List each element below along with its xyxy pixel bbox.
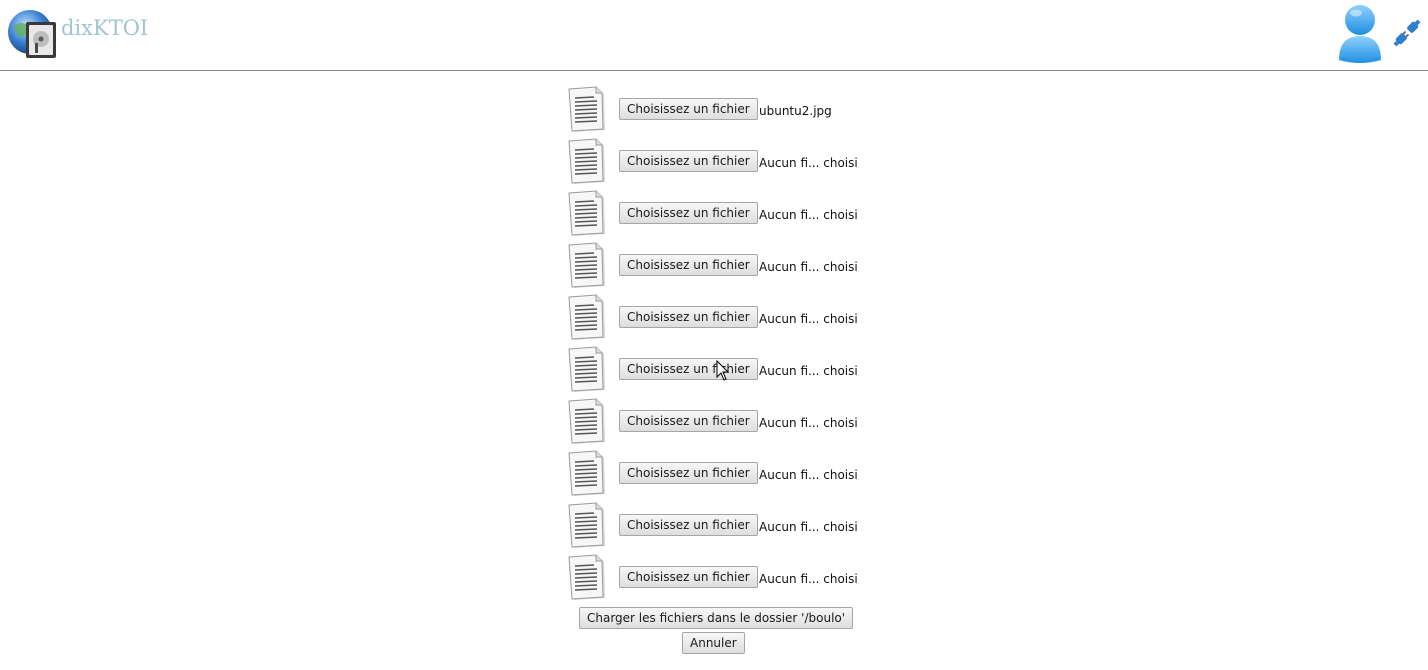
file-status: Aucun fi... choisi (759, 208, 858, 222)
choose-file-button[interactable]: Choisissez un fichier (619, 462, 758, 484)
document-icon (568, 554, 605, 600)
file-upload-row: Choisissez un fichier Aucun fi... choisi (566, 138, 886, 190)
file-upload-list: Choisissez un fichier ubuntu2.jpg Choisis… (566, 86, 886, 606)
file-upload-row: Choisissez un fichier Aucun fi... choisi (566, 190, 886, 242)
file-upload-row: Choisissez un fichier Aucun fi... choisi (566, 294, 886, 346)
file-upload-row: Choisissez un fichier Aucun fi... choisi (566, 554, 886, 606)
choose-file-button[interactable]: Choisissez un fichier (619, 202, 758, 224)
file-upload-row: Choisissez un fichier ubuntu2.jpg (566, 86, 886, 138)
document-icon (568, 190, 605, 236)
file-upload-row: Choisissez un fichier Aucun fi... choisi (566, 450, 886, 502)
file-status: Aucun fi... choisi (759, 520, 858, 534)
document-icon (568, 450, 605, 496)
choose-file-button[interactable]: Choisissez un fichier (619, 150, 758, 172)
cancel-button[interactable]: Annuler (682, 632, 745, 654)
choose-file-button[interactable]: Choisissez un fichier (619, 98, 758, 120)
document-icon (568, 398, 605, 444)
file-status: Aucun fi... choisi (759, 468, 858, 482)
file-upload-row: Choisissez un fichier Aucun fi... choisi (566, 398, 886, 450)
choose-file-button[interactable]: Choisissez un fichier (619, 306, 758, 328)
choose-file-button[interactable]: Choisissez un fichier (619, 358, 758, 380)
choose-file-button[interactable]: Choisissez un fichier (619, 254, 758, 276)
file-status: Aucun fi... choisi (759, 260, 858, 274)
file-status: Aucun fi... choisi (759, 156, 858, 170)
choose-file-button[interactable]: Choisissez un fichier (619, 514, 758, 536)
plug-disconnect-icon[interactable] (1390, 16, 1424, 50)
file-upload-row: Choisissez un fichier Aucun fi... choisi (566, 242, 886, 294)
document-icon (568, 502, 605, 548)
file-status: Aucun fi... choisi (759, 312, 858, 326)
file-status: Aucun fi... choisi (759, 364, 858, 378)
document-icon (568, 346, 605, 392)
mouse-cursor-icon (716, 360, 730, 381)
user-icon[interactable] (1336, 2, 1384, 64)
choose-file-button[interactable]: Choisissez un fichier (619, 566, 758, 588)
file-upload-row: Choisissez un fichier Aucun fi... choisi (566, 502, 886, 554)
choose-file-button[interactable]: Choisissez un fichier (619, 410, 758, 432)
file-status: ubuntu2.jpg (759, 104, 832, 118)
document-icon (568, 86, 605, 132)
header: dixKTOI (0, 0, 1428, 71)
document-icon (568, 294, 605, 340)
document-icon (568, 138, 605, 184)
document-icon (568, 242, 605, 288)
disk-globe-logo-icon[interactable] (6, 8, 58, 60)
file-status: Aucun fi... choisi (759, 416, 858, 430)
brand-name: dixKTOI (61, 16, 149, 40)
upload-files-button[interactable]: Charger les fichiers dans le dossier '/b… (579, 607, 854, 629)
file-status: Aucun fi... choisi (759, 572, 858, 586)
